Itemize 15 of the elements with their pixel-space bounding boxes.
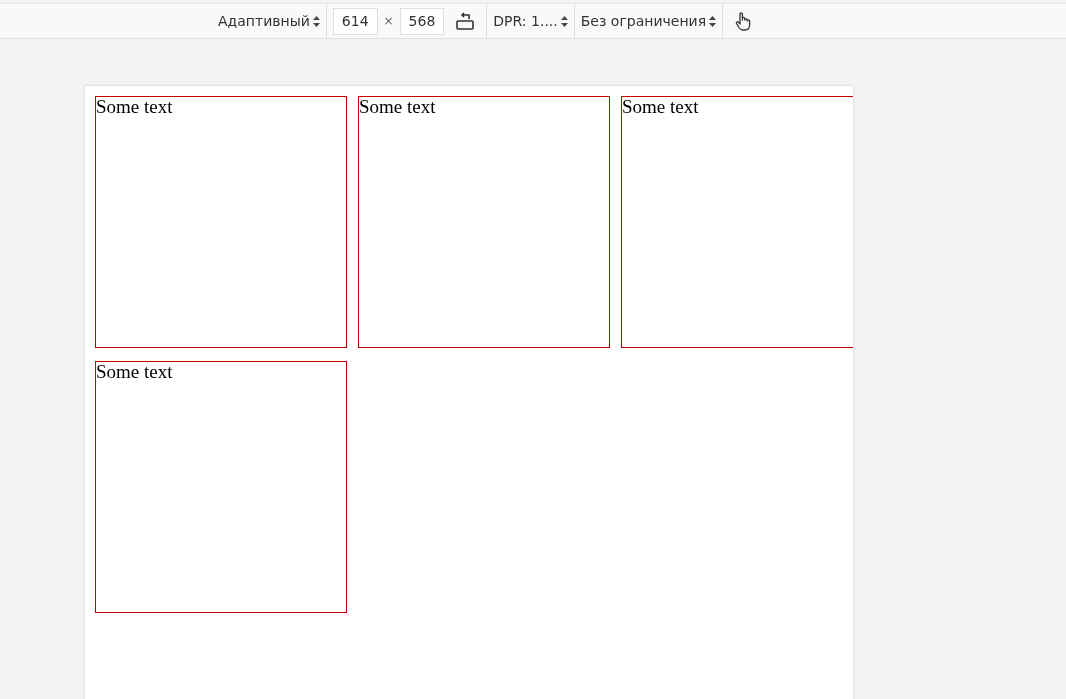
- device-select[interactable]: Адаптивный: [218, 10, 320, 32]
- sort-caret-icon: [560, 15, 568, 27]
- box-text: Some text: [96, 96, 173, 117]
- width-field[interactable]: 614: [332, 7, 378, 35]
- dpr-select[interactable]: DPR: 1....: [493, 10, 568, 32]
- rotate-icon[interactable]: [456, 12, 475, 30]
- sort-caret-icon: [709, 15, 717, 27]
- height-field[interactable]: 568: [399, 7, 445, 35]
- box-text: Some text: [622, 96, 699, 117]
- box-text: Some text: [96, 361, 173, 382]
- touch-hand-icon[interactable]: [735, 11, 752, 31]
- throttling-select[interactable]: Без ограничения: [580, 10, 717, 32]
- box-text: Some text: [359, 96, 436, 117]
- sort-caret-icon: [312, 15, 320, 27]
- times-sign: ×: [383, 13, 394, 30]
